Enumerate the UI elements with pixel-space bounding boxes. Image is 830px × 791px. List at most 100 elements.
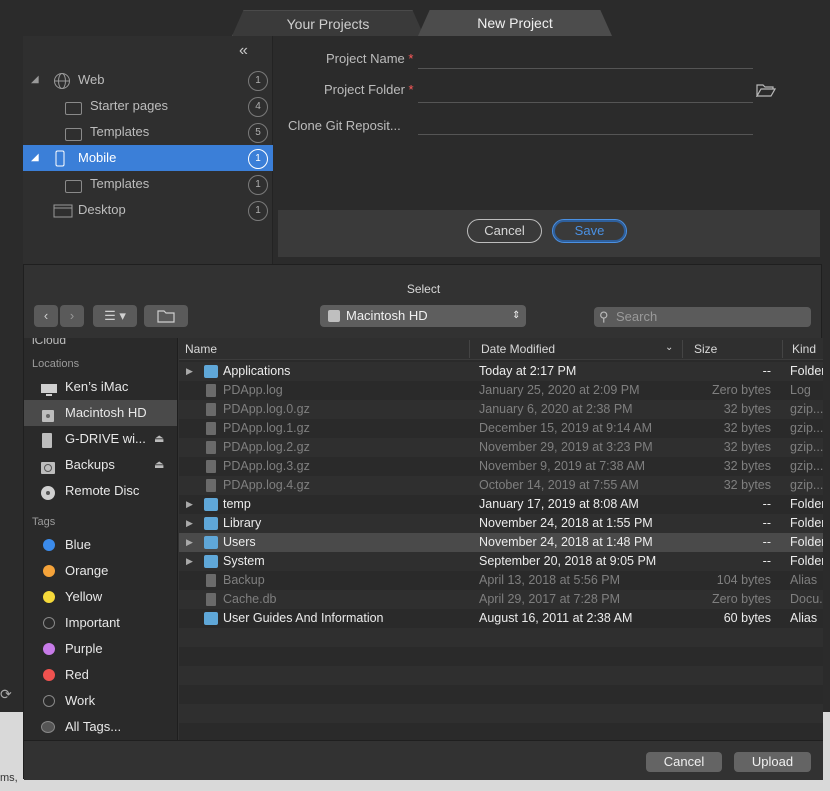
- clone-git-input[interactable]: [418, 114, 753, 136]
- eject-icon[interactable]: ⏏: [154, 426, 164, 452]
- tree-item-label: Web: [78, 72, 105, 87]
- tab-your-projects[interactable]: Your Projects: [232, 10, 424, 36]
- project-name-input[interactable]: [418, 47, 753, 69]
- disclosure-triangle-icon[interactable]: ▶: [186, 495, 193, 514]
- sidebar-item-g-drive-wi-[interactable]: G-DRIVE wi... ⏏: [24, 426, 177, 452]
- empty-row: [179, 685, 823, 704]
- chevron-right-icon: ›: [69, 308, 75, 323]
- sidebar-item-ken-s-imac[interactable]: Ken’s iMac: [24, 374, 177, 400]
- disclosure-triangle-icon[interactable]: ▶: [186, 533, 193, 552]
- disclosure-triangle-icon[interactable]: ◢: [31, 145, 39, 171]
- file-date: November 9, 2019 at 7:38 AM: [479, 459, 646, 473]
- eject-icon[interactable]: ⏏: [154, 452, 164, 478]
- file-row[interactable]: ▶ Users November 24, 2018 at 1:48 PM -- Fold…: [179, 533, 823, 552]
- empty-row: [179, 704, 823, 723]
- project-cancel-button[interactable]: Cancel: [467, 219, 542, 243]
- file-row[interactable]: ▶ temp January 17, 2019 at 8:08 AM -- Folder: [179, 495, 823, 514]
- sidebar-item-label: G-DRIVE wi...: [65, 431, 146, 446]
- tag-label: Purple: [65, 641, 103, 656]
- tag-item-purple[interactable]: Purple: [24, 636, 177, 662]
- sidebar-item-macintosh-hd[interactable]: Macintosh HD: [24, 400, 177, 426]
- tree-item-web[interactable]: ◢ Web 1: [23, 67, 273, 93]
- project-name-label: Project Name *: [326, 51, 414, 66]
- file-kind: Docu...: [790, 592, 823, 606]
- tag-item-yellow[interactable]: Yellow: [24, 584, 177, 610]
- tag-item-work[interactable]: Work: [24, 688, 177, 714]
- file-kind: gzip...: [790, 459, 823, 473]
- sidebar-item-backups[interactable]: Backups ⏏: [24, 452, 177, 478]
- forward-button[interactable]: ›: [60, 305, 84, 327]
- folder-open-icon[interactable]: [755, 83, 777, 99]
- column-name[interactable]: Name: [185, 342, 217, 356]
- disclosure-triangle-icon[interactable]: ▶: [186, 514, 193, 533]
- file-kind: gzip...: [790, 421, 823, 435]
- back-button[interactable]: ‹: [34, 305, 58, 327]
- file-kind: Alias: [790, 573, 818, 587]
- dialog-cancel-button[interactable]: Cancel: [646, 752, 722, 772]
- tree-item-desktop[interactable]: Desktop 1: [23, 197, 273, 223]
- tree-item-mobile[interactable]: ◢ Mobile 1: [23, 145, 273, 171]
- tab-new-project[interactable]: New Project: [418, 10, 612, 36]
- column-kind[interactable]: Kind: [792, 342, 816, 356]
- tag-label: Orange: [65, 563, 109, 578]
- file-row[interactable]: User Guides And Information August 16, 20…: [179, 609, 823, 628]
- file-row[interactable]: ▶ Applications Today at 2:17 PM -- Folder: [179, 362, 823, 381]
- new-folder-button[interactable]: [144, 305, 188, 327]
- icloud-section-label: iCloud: [32, 338, 67, 347]
- file-row[interactable]: PDApp.log.3.gz November 9, 2019 at 7:38 A…: [179, 457, 823, 476]
- file-list: Name Date Modified ⌄ Size Kind ▶ Applicat…: [179, 338, 823, 740]
- upload-button[interactable]: Upload: [734, 752, 811, 772]
- file-name: PDApp.log: [223, 383, 283, 397]
- file-row[interactable]: PDApp.log.1.gz December 15, 2019 at 9:14 …: [179, 419, 823, 438]
- file-row[interactable]: Cache.db April 29, 2017 at 7:28 PM Zero by…: [179, 590, 823, 609]
- disclosure-triangle-icon[interactable]: ▶: [186, 362, 193, 381]
- file-icon: [206, 403, 216, 416]
- refresh-icon[interactable]: ⟳: [0, 686, 14, 706]
- file-size: 32 bytes: [723, 478, 771, 492]
- file-row[interactable]: ▶ Library November 24, 2018 at 1:55 PM -- Fo…: [179, 514, 823, 533]
- disclosure-triangle-icon[interactable]: ▶: [186, 552, 193, 571]
- column-size[interactable]: Size: [694, 342, 717, 356]
- file-name: Backup: [223, 573, 265, 587]
- tag-label: Red: [65, 667, 89, 682]
- tree-item-templates[interactable]: Templates 1: [23, 171, 273, 197]
- project-save-button[interactable]: Save: [552, 219, 627, 243]
- collapse-icon[interactable]: «: [239, 42, 248, 60]
- location-select[interactable]: Macintosh HD ⇕: [320, 305, 526, 327]
- file-date: January 25, 2020 at 2:09 PM: [479, 383, 640, 397]
- column-date-modified[interactable]: Date Modified: [481, 342, 555, 356]
- file-size: 32 bytes: [723, 440, 771, 454]
- locations-header: Locations: [32, 358, 80, 370]
- disclosure-triangle-icon[interactable]: ◢: [31, 67, 39, 93]
- count-badge: 5: [248, 123, 268, 143]
- view-options-button[interactable]: ☰ ▾: [93, 305, 137, 327]
- file-row[interactable]: Backup April 13, 2018 at 5:56 PM 104 bytes…: [179, 571, 823, 590]
- new-folder-icon: [157, 310, 175, 323]
- background-text: ms,: [0, 772, 18, 784]
- count-badge: 1: [248, 201, 268, 221]
- project-folder-underline: [418, 102, 753, 103]
- tag-item-red[interactable]: Red: [24, 662, 177, 688]
- file-date: November 24, 2018 at 1:48 PM: [479, 535, 653, 549]
- project-folder-input[interactable]: [418, 78, 753, 100]
- file-row[interactable]: ▶ System September 20, 2018 at 9:05 PM -- Fo…: [179, 552, 823, 571]
- file-row[interactable]: PDApp.log January 25, 2020 at 2:09 PM Zero…: [179, 381, 823, 416]
- file-row[interactable]: PDApp.log.0.gz January 6, 2020 at 2:38 PM…: [179, 400, 823, 419]
- file-row[interactable]: PDApp.log.2.gz November 29, 2019 at 3:23 …: [179, 438, 823, 457]
- dialog-footer: Cancel Upload: [24, 740, 823, 780]
- sidebar-item-remote-disc[interactable]: Remote Disc: [24, 478, 177, 504]
- tag-item-orange[interactable]: Orange: [24, 558, 177, 584]
- file-row[interactable]: PDApp.log.4.gz October 14, 2019 at 7:55 A…: [179, 476, 823, 495]
- file-list-header: Name Date Modified ⌄ Size Kind: [179, 338, 823, 360]
- file-kind: Alias: [790, 611, 818, 625]
- tree-item-starter-pages[interactable]: Starter pages 4: [23, 93, 273, 119]
- tag-item-blue[interactable]: Blue: [24, 532, 177, 558]
- search-field[interactable]: ⚲ Search: [594, 307, 811, 327]
- tag-item-important[interactable]: Important: [24, 610, 177, 636]
- disk-icon: [40, 406, 56, 422]
- folder-icon: [204, 555, 218, 568]
- tag-label: Important: [65, 615, 120, 630]
- tag-item-all-tags-[interactable]: All Tags...: [24, 714, 177, 740]
- app-root: Your Projects New Project « ◢ Web 1 Starter…: [0, 0, 830, 791]
- tree-item-templates[interactable]: Templates 5: [23, 119, 273, 145]
